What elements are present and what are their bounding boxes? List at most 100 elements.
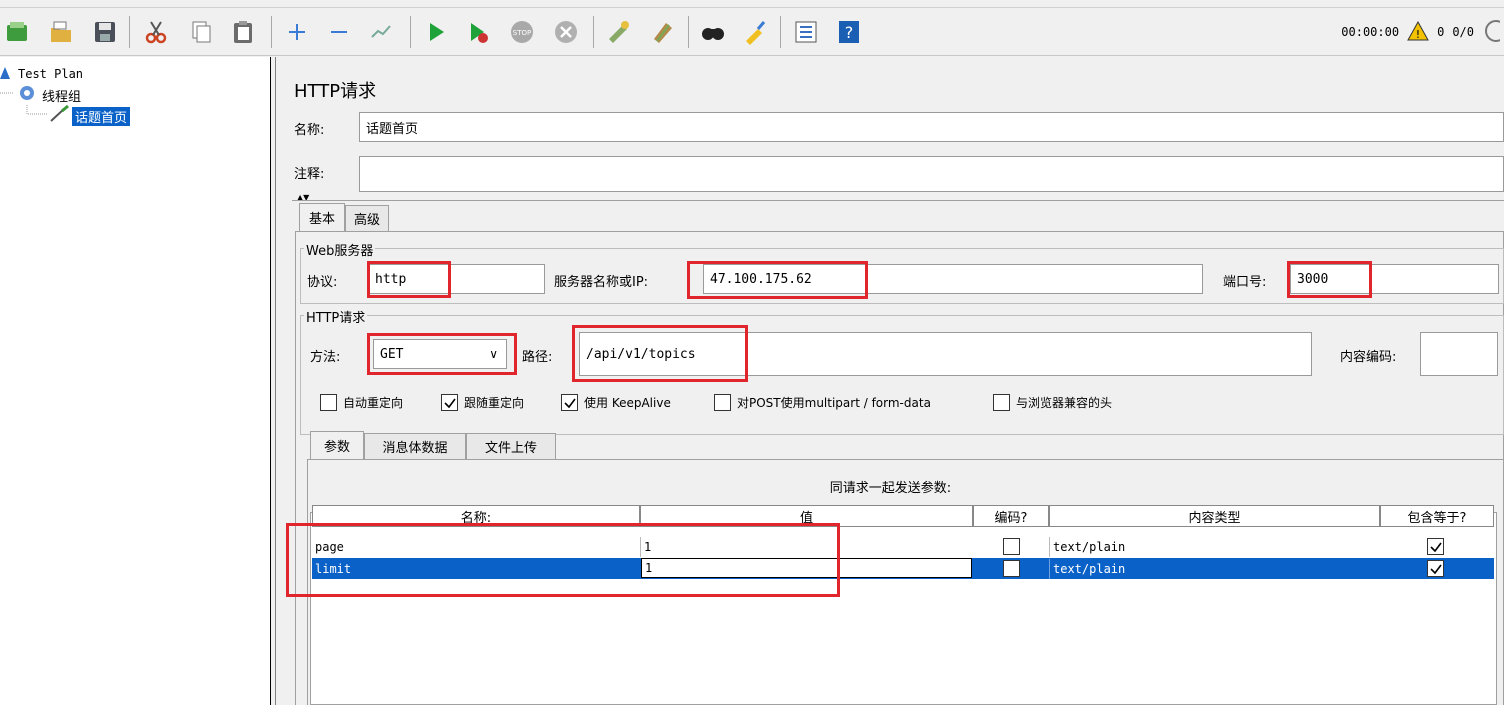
checkbox-label: 自动重定向 bbox=[343, 396, 404, 410]
name-field[interactable]: 话题首页 bbox=[359, 112, 1504, 142]
column-header-value[interactable]: 值 bbox=[640, 505, 973, 527]
param-value-cell[interactable]: 1 bbox=[640, 537, 973, 557]
start-no-pause-icon[interactable] bbox=[463, 17, 493, 47]
param-value-editor[interactable]: 1 bbox=[641, 558, 972, 578]
checkbox-label: 跟随重定向 bbox=[464, 396, 525, 410]
include-equals-checkbox[interactable] bbox=[1427, 538, 1444, 558]
tree-label-thread-group: 线程组 bbox=[42, 89, 82, 105]
svg-text:?: ? bbox=[845, 23, 854, 42]
checkbox-box bbox=[561, 394, 578, 411]
tab-advanced[interactable]: 高级 bbox=[345, 205, 389, 231]
multipart-checkbox[interactable]: 对POST使用multipart / form-data bbox=[714, 394, 931, 411]
port-field[interactable]: 3000 bbox=[1290, 264, 1499, 294]
column-header-content-type[interactable]: 内容类型 bbox=[1049, 505, 1380, 527]
svg-text:!: ! bbox=[1416, 28, 1420, 41]
protocol-field[interactable]: http bbox=[368, 264, 545, 294]
method-label: 方法: bbox=[310, 350, 341, 365]
tab-file-upload[interactable]: 文件上传 bbox=[466, 433, 556, 459]
paste-icon[interactable] bbox=[228, 17, 258, 47]
method-value: GET bbox=[380, 346, 404, 362]
warning-icon[interactable]: ! bbox=[1407, 20, 1429, 44]
sampler-pipette-icon bbox=[48, 104, 72, 127]
clear-all-icon[interactable] bbox=[648, 17, 678, 47]
thread-group-icon bbox=[16, 84, 38, 106]
save-icon[interactable] bbox=[90, 17, 120, 47]
templates-icon[interactable] bbox=[2, 17, 32, 47]
function-helper-icon[interactable] bbox=[791, 17, 821, 47]
encode-checkbox[interactable] bbox=[1003, 538, 1020, 559]
method-select[interactable]: GET ∨ bbox=[373, 339, 507, 369]
panel-title: HTTP请求 bbox=[294, 81, 377, 102]
copy-icon[interactable] bbox=[186, 17, 216, 47]
tab-basic[interactable]: 基本 bbox=[299, 203, 345, 231]
expand-icon[interactable] bbox=[282, 17, 312, 47]
path-label: 路径: bbox=[522, 350, 553, 365]
warning-count: 0 bbox=[1437, 25, 1445, 39]
tree-item-test-plan[interactable]: Test Plan bbox=[0, 65, 83, 83]
help-icon[interactable]: ? bbox=[834, 17, 864, 47]
splitter-handle[interactable] bbox=[271, 57, 276, 705]
cut-icon[interactable] bbox=[141, 17, 171, 47]
http-request-panel: HTTP请求 名称: 话题首页 注释: ▲▼ 基本 高级 Web服务器 协议: … bbox=[277, 57, 1504, 705]
status-indicator-icon bbox=[1482, 19, 1504, 46]
encoding-label: 内容编码: bbox=[1340, 350, 1397, 365]
divider bbox=[292, 200, 1504, 201]
reset-search-icon[interactable] bbox=[740, 17, 770, 47]
stop-icon[interactable]: STOP bbox=[507, 17, 537, 47]
encode-checkbox[interactable] bbox=[1003, 560, 1020, 581]
auto-redirect-checkbox[interactable]: 自动重定向 bbox=[320, 394, 403, 411]
checkbox-label: 对POST使用multipart / form-data bbox=[737, 396, 931, 410]
tree-connector-icon bbox=[0, 84, 16, 106]
shutdown-icon[interactable] bbox=[551, 17, 581, 47]
content-type-cell[interactable]: text/plain bbox=[1049, 559, 1380, 579]
tree-label-test-plan: Test Plan bbox=[18, 67, 84, 81]
svg-text:STOP: STOP bbox=[513, 29, 531, 37]
checkbox-box bbox=[993, 394, 1010, 411]
checkbox-box bbox=[441, 394, 458, 411]
toolbar: STOP ? 00:00:00 ! 0 0/0 bbox=[0, 8, 1504, 56]
checkbox-label: 使用 KeepAlive bbox=[584, 396, 671, 410]
tree-connector-icon bbox=[26, 105, 48, 127]
search-icon[interactable] bbox=[698, 17, 728, 47]
tree-item-http-sampler[interactable]: 话题首页 bbox=[26, 104, 131, 127]
menu-bar bbox=[0, 0, 1504, 8]
chevron-down-icon: ∨ bbox=[489, 347, 498, 361]
test-plan-tree: Test Plan 线程组 话题首页 bbox=[0, 57, 271, 705]
comment-label: 注释: bbox=[294, 167, 325, 182]
collapse-icon[interactable] bbox=[324, 17, 354, 47]
column-header-encode[interactable]: 编码? bbox=[973, 505, 1049, 527]
params-caption: 同请求一起发送参数: bbox=[829, 481, 952, 496]
checkbox-box bbox=[714, 394, 731, 411]
name-label: 名称: bbox=[294, 123, 325, 138]
column-header-name[interactable]: 名称: bbox=[312, 505, 640, 527]
tree-item-thread-group[interactable]: 线程组 bbox=[0, 84, 82, 106]
clear-icon[interactable] bbox=[603, 17, 633, 47]
port-label: 端口号: bbox=[1223, 275, 1267, 290]
column-header-include-equals[interactable]: 包含等于? bbox=[1380, 505, 1494, 527]
param-name-cell[interactable]: page bbox=[312, 537, 640, 557]
browser-headers-checkbox[interactable]: 与浏览器兼容的头 bbox=[993, 394, 1112, 411]
follow-redirect-checkbox[interactable]: 跟随重定向 bbox=[441, 394, 524, 411]
checkbox-box bbox=[320, 394, 337, 411]
path-field[interactable]: /api/v1/topics bbox=[579, 332, 1312, 376]
keepalive-checkbox[interactable]: 使用 KeepAlive bbox=[561, 394, 671, 411]
thread-count: 0/0 bbox=[1452, 25, 1474, 39]
tab-parameters[interactable]: 参数 bbox=[310, 431, 364, 459]
param-name-cell[interactable]: limit bbox=[312, 559, 640, 579]
web-server-legend: Web服务器 bbox=[304, 240, 376, 259]
encoding-field[interactable] bbox=[1420, 332, 1498, 376]
server-label: 服务器名称或IP: bbox=[554, 275, 649, 290]
toggle-icon[interactable] bbox=[366, 17, 396, 47]
http-request-legend: HTTP请求 bbox=[304, 307, 368, 326]
open-icon[interactable] bbox=[46, 17, 76, 47]
tree-label-http-sampler: 话题首页 bbox=[72, 106, 131, 126]
start-icon[interactable] bbox=[421, 17, 451, 47]
server-field[interactable]: 47.100.175.62 bbox=[703, 264, 1203, 294]
tab-body-data[interactable]: 消息体数据 bbox=[364, 433, 466, 459]
elapsed-timer: 00:00:00 bbox=[1341, 25, 1400, 39]
comment-field[interactable] bbox=[359, 156, 1504, 192]
checkbox-label: 与浏览器兼容的头 bbox=[1016, 396, 1113, 410]
protocol-label: 协议: bbox=[307, 275, 338, 290]
include-equals-checkbox[interactable] bbox=[1427, 560, 1444, 580]
content-type-cell[interactable]: text/plain bbox=[1049, 537, 1380, 557]
